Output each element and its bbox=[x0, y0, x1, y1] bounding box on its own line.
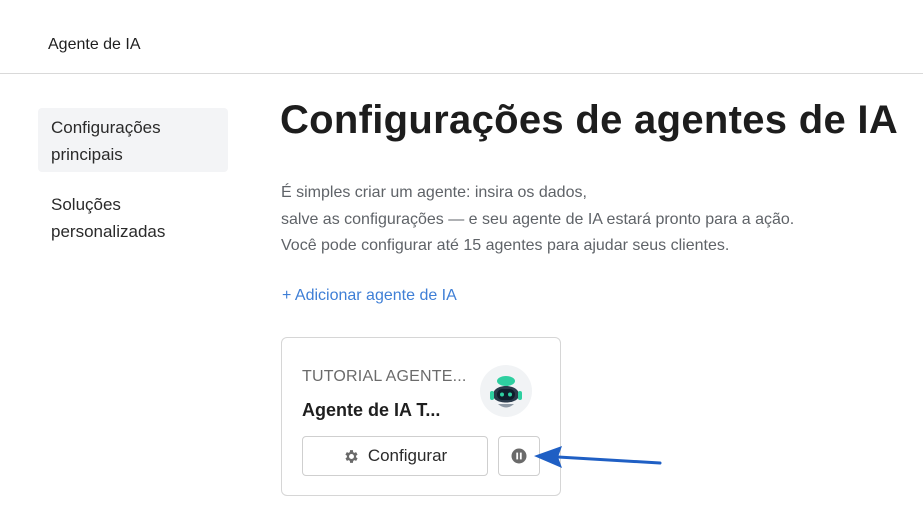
sidebar-item-label-line: personalizadas bbox=[51, 222, 166, 241]
top-bar: Agente de IA bbox=[0, 0, 923, 74]
page-description: É simples criar um agente: insira os dad… bbox=[281, 180, 794, 260]
sidebar-item-label-line: Configurações bbox=[51, 118, 161, 137]
arrow-pointer-icon bbox=[534, 446, 662, 468]
description-line: Você pode configurar até 15 agentes para… bbox=[281, 237, 730, 254]
sidebar-item-label-line: principais bbox=[51, 145, 123, 164]
description-line: salve as configurações — e seu agente de… bbox=[281, 210, 795, 228]
configure-button-label: Configurar bbox=[367, 446, 448, 465]
sidebar-item-main-settings[interactable]: Configurações principais bbox=[38, 108, 228, 172]
robot-icon bbox=[490, 376, 522, 408]
description-line: É simples criar um agente: insira os dad… bbox=[281, 184, 587, 201]
pause-icon bbox=[511, 448, 527, 464]
app-title: Agente de IA bbox=[48, 36, 141, 53]
agent-card-name: Agente de IA T... bbox=[302, 400, 441, 420]
sidebar-item-label-line: Soluções bbox=[51, 195, 121, 214]
add-ai-agent-link[interactable]: + Adicionar agente de IA bbox=[282, 287, 457, 305]
gear-icon bbox=[345, 449, 358, 463]
configure-button[interactable]: Configurar bbox=[302, 436, 488, 476]
agent-card: TUTORIAL AGENTE... Agente de IA T... Con… bbox=[281, 337, 561, 496]
sidebar: Configurações principais Soluções person… bbox=[38, 108, 228, 251]
agent-card-subtitle: TUTORIAL AGENTE... bbox=[302, 368, 467, 385]
sidebar-item-custom-solutions[interactable]: Soluções personalizadas bbox=[38, 185, 228, 251]
page-title: Configurações de agentes de IA bbox=[280, 98, 899, 142]
agent-avatar bbox=[480, 365, 532, 417]
